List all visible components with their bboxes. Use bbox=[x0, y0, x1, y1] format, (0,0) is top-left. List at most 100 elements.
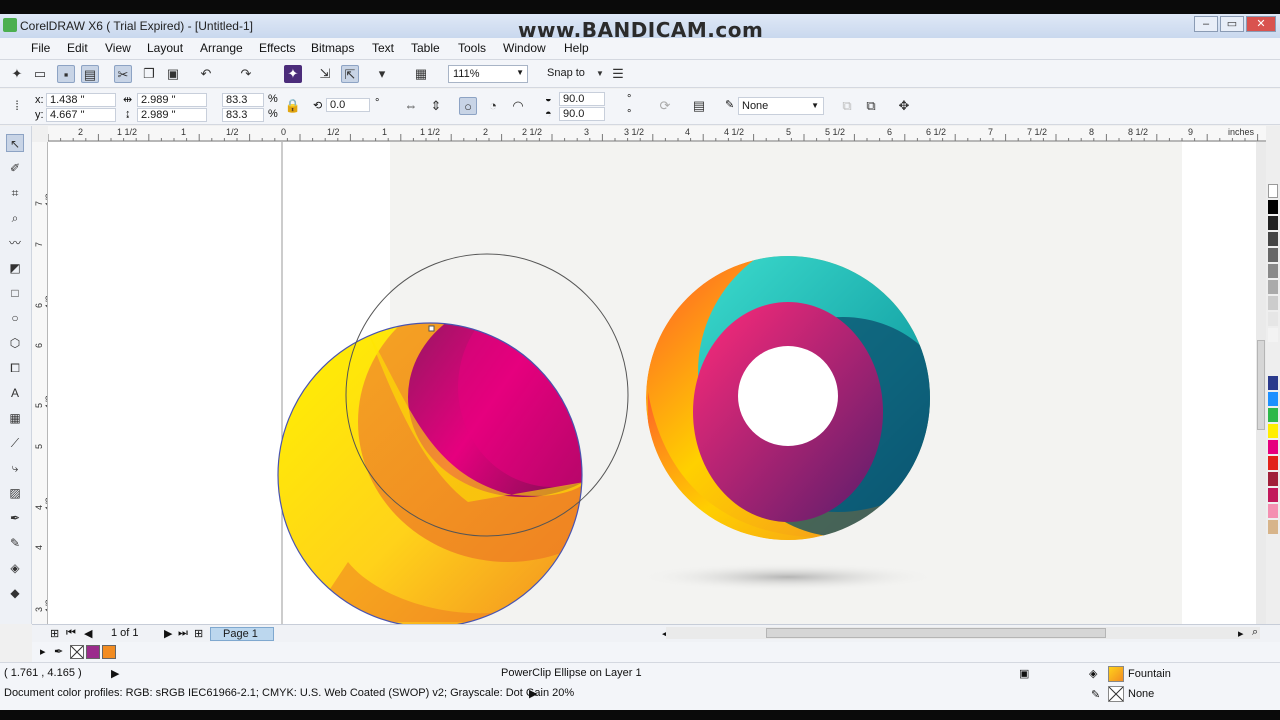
swatch-red[interactable] bbox=[1268, 456, 1278, 470]
swatch-gray-40[interactable] bbox=[1268, 264, 1278, 278]
pie-mode-icon[interactable]: ◔ bbox=[484, 97, 502, 115]
menu-window[interactable]: Window bbox=[503, 41, 546, 55]
vertical-ruler[interactable]: 7 1/2 7 6 1/2 6 5 1/2 5 4 1/2 4 3 1/2 bbox=[32, 142, 48, 624]
basic-shapes-icon[interactable]: ⧠ bbox=[6, 359, 24, 377]
maximize-button[interactable]: ▭ bbox=[1220, 16, 1244, 32]
swatch-dark-pink[interactable] bbox=[1268, 488, 1278, 502]
open-folder-icon[interactable]: ▭ bbox=[31, 65, 49, 83]
end-angle-input[interactable]: 90.0 bbox=[559, 107, 605, 121]
rotation-input[interactable]: 0.0 bbox=[326, 98, 370, 112]
menu-effects[interactable]: Effects bbox=[259, 41, 295, 55]
swatch-navy[interactable] bbox=[1268, 376, 1278, 390]
page-tab[interactable]: Page 1 bbox=[210, 627, 274, 641]
menu-help[interactable]: Help bbox=[564, 41, 589, 55]
vertical-scroll-thumb[interactable] bbox=[1257, 340, 1265, 430]
zoom-level-select[interactable]: 111% ▼ bbox=[448, 65, 528, 83]
y-position-input[interactable]: 4.667 " bbox=[46, 108, 116, 122]
swatch-crimson[interactable] bbox=[1268, 472, 1278, 486]
swatch-orange[interactable] bbox=[102, 645, 116, 659]
vertical-scrollbar[interactable] bbox=[1256, 142, 1266, 624]
menu-tools[interactable]: Tools bbox=[458, 41, 486, 55]
add-page-icon[interactable]: ⊞ bbox=[50, 627, 59, 640]
to-front-icon[interactable]: ⧉ bbox=[838, 97, 856, 115]
outline-width-select[interactable]: None ▼ bbox=[738, 97, 824, 115]
swatch-magenta[interactable] bbox=[1268, 440, 1278, 454]
lock-ratio-icon[interactable]: 🔒 bbox=[284, 97, 302, 115]
swatch-gray-10[interactable] bbox=[1268, 312, 1278, 326]
swatch-white[interactable] bbox=[1268, 184, 1278, 198]
dimension-tool-icon[interactable]: ⟋ bbox=[6, 434, 24, 452]
x-position-input[interactable]: 1.438 " bbox=[46, 93, 116, 107]
scale-x-input[interactable]: 83.3 bbox=[222, 93, 264, 107]
mirror-horizontal-icon[interactable]: ⇔ bbox=[402, 97, 420, 115]
new-document-icon[interactable]: ✦ bbox=[8, 65, 26, 83]
last-page-icon[interactable]: ⏭ bbox=[178, 627, 188, 640]
swatch-gray-5[interactable] bbox=[1268, 328, 1278, 342]
next-page-icon[interactable]: ▶ bbox=[164, 627, 172, 640]
height-input[interactable]: 2.989 " bbox=[137, 108, 207, 122]
swatch-yellow[interactable] bbox=[1268, 424, 1278, 438]
add-page-after-icon[interactable]: ⊞ bbox=[194, 627, 203, 640]
polygon-tool-icon[interactable]: ⬡ bbox=[6, 334, 24, 352]
import-icon[interactable]: ⇲ bbox=[316, 65, 334, 83]
swatch-green[interactable] bbox=[1268, 408, 1278, 422]
color-manage-icon[interactable]: ▣ bbox=[1019, 667, 1029, 680]
object-origin-icon[interactable]: ⁞ bbox=[8, 97, 26, 115]
cut-icon[interactable]: ✂ bbox=[114, 65, 132, 83]
swatch-black[interactable] bbox=[1268, 200, 1278, 214]
welcome-screen-icon[interactable]: ▦ bbox=[412, 65, 430, 83]
mirror-vertical-icon[interactable]: ⇕ bbox=[427, 97, 445, 115]
profiles-arrow-icon[interactable]: ▶ bbox=[529, 687, 537, 700]
menu-arrange[interactable]: Arrange bbox=[200, 41, 243, 55]
chevron-down-icon[interactable]: ▼ bbox=[591, 65, 609, 83]
application-launcher-icon[interactable]: ▾ bbox=[373, 65, 391, 83]
menu-layout[interactable]: Layout bbox=[147, 41, 183, 55]
copy-icon[interactable]: ❐ bbox=[140, 65, 158, 83]
options-icon[interactable]: ☰ bbox=[609, 65, 627, 83]
to-back-icon[interactable]: ⧉ bbox=[862, 97, 880, 115]
ellipse-tool-icon[interactable]: ○ bbox=[6, 309, 24, 327]
outline-tool-icon[interactable]: ✎ bbox=[6, 534, 24, 552]
node-handle[interactable] bbox=[428, 325, 435, 332]
menu-table[interactable]: Table bbox=[411, 41, 440, 55]
shape-tool-icon[interactable]: ✐ bbox=[6, 159, 24, 177]
horizontal-scrollbar[interactable] bbox=[666, 627, 1260, 639]
menu-view[interactable]: View bbox=[105, 41, 131, 55]
swatch-gray-20[interactable] bbox=[1268, 296, 1278, 310]
swatch-blue[interactable] bbox=[1268, 392, 1278, 406]
width-input[interactable]: 2.989 " bbox=[137, 93, 207, 107]
table-tool-icon[interactable]: ▦ bbox=[6, 409, 24, 427]
crop-tool-icon[interactable]: ⌗ bbox=[6, 184, 24, 202]
close-button[interactable]: ✕ bbox=[1246, 16, 1276, 32]
horizontal-ruler[interactable]: 2 1 1/2 1 1/2 0 1/2 1 1 1/2 2 2 1/2 3 3 … bbox=[48, 126, 1266, 142]
fill-tool-icon[interactable]: ◈ bbox=[6, 559, 24, 577]
prev-page-icon[interactable]: ◀ bbox=[84, 627, 92, 640]
undo-icon[interactable]: ↶ bbox=[197, 65, 215, 83]
swatch-tan[interactable] bbox=[1268, 520, 1278, 534]
outline-swatch[interactable] bbox=[1108, 686, 1124, 702]
save-icon[interactable]: ▪ bbox=[57, 65, 75, 83]
first-page-icon[interactable]: ⏮ bbox=[66, 627, 76, 640]
search-content-icon[interactable]: ✦ bbox=[284, 65, 302, 83]
ellipse-mode-icon[interactable]: ○ bbox=[459, 97, 477, 115]
swatch-gray-50[interactable] bbox=[1268, 248, 1278, 262]
minimize-button[interactable]: – bbox=[1194, 16, 1218, 32]
color-profiles[interactable]: Document color profiles: RGB: sRGB IEC61… bbox=[4, 687, 574, 699]
arc-mode-icon[interactable]: ◠ bbox=[509, 97, 527, 115]
horizontal-scroll-thumb[interactable] bbox=[766, 628, 1106, 638]
palette-menu-icon[interactable]: ▸ bbox=[40, 645, 46, 658]
export-icon[interactable]: ⇱ bbox=[341, 65, 359, 83]
zoom-tool-icon[interactable]: ⌕ bbox=[6, 209, 24, 227]
eyedropper-icon[interactable]: ✒ bbox=[54, 645, 63, 658]
swatch-pink[interactable] bbox=[1268, 504, 1278, 518]
paste-icon[interactable]: ▣ bbox=[164, 65, 182, 83]
menu-file[interactable]: File bbox=[31, 41, 50, 55]
zoom-navigator-icon[interactable]: ⌕ bbox=[1252, 626, 1258, 639]
redo-icon[interactable]: ↷ bbox=[237, 65, 255, 83]
fill-swatch[interactable] bbox=[1108, 666, 1124, 682]
blend-tool-icon[interactable]: ▨ bbox=[6, 484, 24, 502]
scroll-right-icon[interactable]: ▸ bbox=[1238, 627, 1244, 640]
wrap-text-icon[interactable]: ▤ bbox=[690, 97, 708, 115]
pick-tool-icon[interactable]: ↖ bbox=[6, 134, 24, 152]
start-angle-input[interactable]: 90.0 bbox=[559, 92, 605, 106]
